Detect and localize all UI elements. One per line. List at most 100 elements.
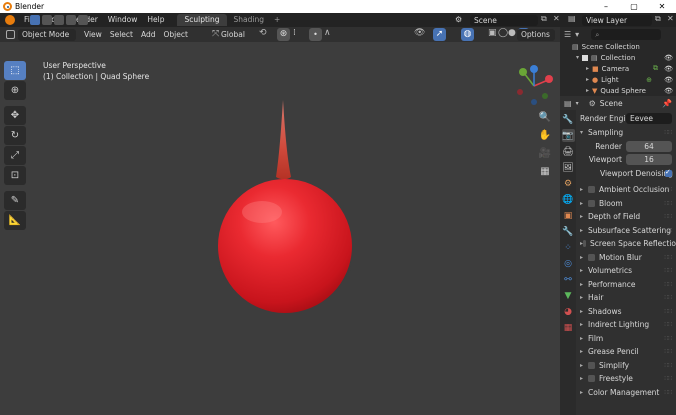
gizmo-toggle-icon[interactable]: ➚ xyxy=(433,28,446,41)
panel-performance[interactable]: ▸ Performance ∷∷ xyxy=(576,278,676,292)
close-button[interactable]: ✕ xyxy=(648,0,676,13)
gizmo-x-axis[interactable] xyxy=(545,75,553,83)
delete-view-layer-icon[interactable]: ✕ xyxy=(667,14,674,23)
drag-handle-icon[interactable]: ∷∷ xyxy=(664,308,672,315)
physics-tab-icon[interactable]: ◎ xyxy=(562,257,575,270)
panel-sampling[interactable]: ▾ Sampling ∷∷ xyxy=(576,126,676,140)
output-tab-icon[interactable]: 🖨 xyxy=(562,145,575,158)
mode-selector[interactable]: Object Mode xyxy=(18,28,76,41)
view-layer-icon[interactable]: ▤ xyxy=(568,14,576,23)
visibility-eye-icon[interactable]: 👁 xyxy=(664,76,673,84)
move-tool-icon[interactable]: ✥ xyxy=(4,106,26,125)
panel-bloom[interactable]: ▸ Bloom ∷∷ xyxy=(576,197,676,211)
world-tab-icon[interactable]: 🌐 xyxy=(562,193,575,206)
particles-tab-icon[interactable]: ⁘ xyxy=(562,241,575,254)
delete-scene-icon[interactable]: ✕ xyxy=(553,14,560,23)
panel-volumetrics[interactable]: ▸ Volumetrics ∷∷ xyxy=(576,264,676,278)
options-dropdown[interactable]: Options xyxy=(515,29,555,41)
drag-handle-icon[interactable]: ∷∷ xyxy=(664,129,672,136)
select-extend-icon[interactable] xyxy=(42,15,52,25)
menu-select[interactable]: Select xyxy=(106,28,137,41)
drag-handle-icon[interactable]: ∷∷ xyxy=(664,213,672,220)
drag-handle-icon[interactable]: ∷∷ xyxy=(664,200,672,207)
data-tab-icon[interactable]: ▼ xyxy=(562,289,575,302)
panel-hair[interactable]: ▸ Hair ∷∷ xyxy=(576,291,676,305)
modifier-tab-icon[interactable]: 🔧 xyxy=(562,225,575,238)
drag-handle-icon[interactable]: ∷∷ xyxy=(664,281,672,288)
select-intersect-icon[interactable] xyxy=(78,15,88,25)
gizmo-neg-z[interactable] xyxy=(531,99,537,105)
menu-add[interactable]: Add xyxy=(137,28,160,41)
snap-target-icon[interactable]: ⁞ xyxy=(293,28,296,38)
panel-depth-of-field[interactable]: ▸ Depth of Field ∷∷ xyxy=(576,210,676,224)
minimize-button[interactable]: – xyxy=(592,0,620,13)
gizmo-y-axis[interactable] xyxy=(519,68,527,76)
view-layer-selector[interactable]: View Layer xyxy=(582,14,652,26)
gizmo-neg-y[interactable] xyxy=(542,93,548,99)
visibility-eye-icon[interactable]: 👁 xyxy=(664,87,673,95)
menu-view[interactable]: View xyxy=(80,28,106,41)
select-new-icon[interactable] xyxy=(30,15,40,25)
checkbox-icon[interactable] xyxy=(582,54,589,61)
panel-motion-blur[interactable]: ▸ Motion Blur ∷∷ xyxy=(576,251,676,265)
panel-shadows[interactable]: ▸ Shadows ∷∷ xyxy=(576,305,676,319)
bloom-checkbox[interactable] xyxy=(588,199,595,207)
simplify-checkbox[interactable] xyxy=(588,361,595,369)
panel-screen-space-reflections[interactable]: ▸ Screen Space Reflectio xyxy=(576,237,676,251)
menu-window[interactable]: Window xyxy=(103,13,143,27)
drag-handle-icon[interactable]: ∷∷ xyxy=(664,294,672,301)
scale-tool-icon[interactable]: ⤢ xyxy=(4,146,26,165)
wireframe-shading-icon[interactable]: ◯ xyxy=(498,28,508,38)
editor-type-icon[interactable] xyxy=(6,30,15,39)
render-engine-selector[interactable]: Eevee xyxy=(626,112,672,124)
menu-object[interactable]: Object xyxy=(159,28,191,41)
transform-tool-icon[interactable]: ⊡ xyxy=(4,166,26,185)
drag-handle-icon[interactable]: ∷∷ xyxy=(664,227,672,234)
motion-blur-checkbox[interactable] xyxy=(588,253,595,261)
proportional-falloff-icon[interactable]: ∧ xyxy=(324,28,331,38)
panel-color-management[interactable]: ▸ Color Management ∷∷ xyxy=(576,386,676,400)
visibility-eye-icon[interactable]: 👁 xyxy=(664,65,673,73)
navigation-gizmo[interactable] xyxy=(512,64,556,108)
drag-handle-icon[interactable]: ∷∷ xyxy=(664,348,672,355)
tool-tab-icon[interactable]: 🔧 xyxy=(562,113,575,126)
viewport-samples-field[interactable]: 16 xyxy=(626,154,672,166)
properties-editor-icon[interactable]: ▤ xyxy=(564,99,572,108)
panel-ambient-occlusion[interactable]: ▸ Ambient Occlusion ∷∷ xyxy=(576,183,676,197)
render-samples-field[interactable]: 64 xyxy=(626,140,672,152)
outliner-item-light[interactable]: ▸ ● Light ⊕ 👁 xyxy=(560,74,676,85)
panel-freestyle[interactable]: ▸ Freestyle ∷∷ xyxy=(576,372,676,386)
pin-icon[interactable]: 📌 xyxy=(662,99,672,108)
scene-tab-icon[interactable]: ⚙ xyxy=(562,177,575,190)
filter-icon[interactable]: ▾ xyxy=(575,30,579,39)
add-workspace-button[interactable]: + xyxy=(271,14,283,26)
screen-space-reflections-checkbox[interactable] xyxy=(583,240,587,248)
panel-grease-pencil[interactable]: ▸ Grease Pencil ∷∷ xyxy=(576,345,676,359)
cursor-tool-icon[interactable]: ⊕ xyxy=(4,81,26,100)
measure-tool-icon[interactable]: 📐 xyxy=(4,211,26,230)
visibility-eye-icon[interactable]: 👁 xyxy=(664,54,673,62)
gizmo-neg-x[interactable] xyxy=(517,89,523,95)
quad-sphere[interactable] xyxy=(218,179,352,313)
new-scene-icon[interactable]: ⧉ xyxy=(541,14,547,24)
drag-handle-icon[interactable]: ∷∷ xyxy=(664,389,672,396)
expand-icon[interactable]: ▸ xyxy=(586,76,589,83)
expand-icon[interactable]: ▸ xyxy=(586,87,589,94)
pivot-icon[interactable]: ⟲ xyxy=(259,28,267,38)
drag-handle-icon[interactable]: ∷∷ xyxy=(664,362,672,369)
select-subtract-icon[interactable] xyxy=(54,15,64,25)
outliner-item-collection[interactable]: ▾ ▤ Collection 👁 xyxy=(560,52,676,63)
tab-shading[interactable]: Shading xyxy=(227,14,271,26)
drag-handle-icon[interactable]: ∷∷ xyxy=(664,267,672,274)
select-invert-icon[interactable] xyxy=(66,15,76,25)
camera-data-icon[interactable]: ⧉ xyxy=(653,64,658,73)
viewport-denoising-checkbox[interactable] xyxy=(665,168,672,177)
pan-hand-icon[interactable]: ✋ xyxy=(538,128,552,142)
rotate-tool-icon[interactable]: ↻ xyxy=(4,126,26,145)
visibility-icon[interactable]: 👁 xyxy=(414,28,425,38)
outliner-editor-icon[interactable]: ☰ xyxy=(564,30,571,39)
snap-icon[interactable]: ⊛ xyxy=(277,28,290,41)
object-tab-icon[interactable]: ▣ xyxy=(562,209,575,222)
proportional-edit-icon[interactable]: • xyxy=(309,28,322,41)
properties-menu-icon[interactable]: ▾ xyxy=(576,100,579,107)
